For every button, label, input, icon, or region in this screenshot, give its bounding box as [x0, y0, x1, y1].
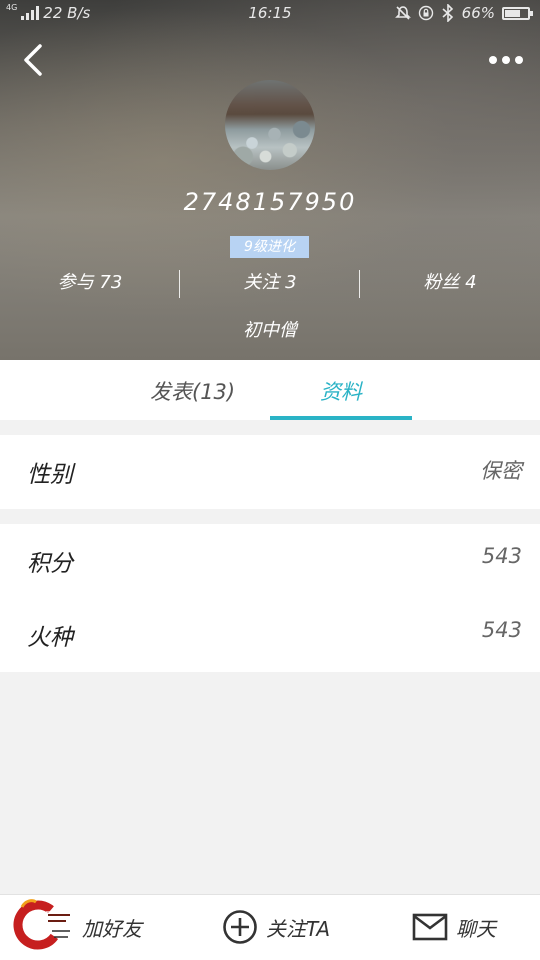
points-label: 积分	[27, 551, 73, 577]
more-dots-icon	[489, 56, 523, 64]
status-bar: 4G 22 B/s 16:15 66%	[0, 0, 540, 26]
more-options-button[interactable]	[486, 48, 526, 72]
stat-followers[interactable]: 粉丝 4	[360, 268, 540, 298]
stat-following[interactable]: 关注 3	[180, 268, 360, 298]
chat-button[interactable]: 聊天	[412, 909, 496, 945]
follow-button[interactable]: 关注TA	[222, 909, 330, 945]
watermark-logo	[8, 895, 118, 957]
tab-info[interactable]: 资料	[320, 376, 362, 406]
fire-row: 火种 543	[0, 598, 540, 672]
gender-row: 性别 保密	[0, 435, 540, 509]
plus-circle-icon	[223, 910, 257, 944]
profile-tabs: 发表(13) 资料	[0, 360, 540, 420]
lock-rotate-icon	[418, 5, 433, 21]
alarm-off-icon	[394, 6, 411, 20]
points-card: 积分 543 火种 543	[0, 524, 540, 672]
active-tab-indicator	[270, 416, 412, 420]
gender-label: 性别	[27, 462, 73, 488]
stat-participation[interactable]: 参与 73	[0, 268, 180, 298]
level-badge: 9级进化	[230, 236, 309, 258]
chat-label: 聊天	[456, 916, 496, 941]
mail-icon	[412, 913, 448, 941]
fire-label: 火种	[27, 625, 73, 651]
points-row: 积分 543	[0, 524, 540, 598]
gender-card: 性别 保密	[0, 435, 540, 509]
battery-level	[505, 9, 520, 17]
battery-percent: 66%	[461, 4, 495, 22]
follow-label: 关注TA	[266, 916, 331, 941]
back-button[interactable]	[18, 42, 54, 78]
stats-divider	[179, 270, 180, 298]
bluetooth-icon	[442, 4, 453, 22]
profile-header: 4G 22 B/s 16:15 66% 2748157950 9级进化 参与 7…	[0, 0, 540, 360]
tab-posts[interactable]: 发表(13)	[150, 376, 235, 406]
rank-title: 初中僧	[243, 320, 297, 341]
watermark-emblem	[13, 899, 72, 950]
avatar[interactable]	[225, 80, 315, 170]
stats-divider	[359, 270, 360, 298]
gender-value: 保密	[480, 459, 522, 483]
points-value: 543	[481, 544, 522, 568]
battery-icon	[502, 6, 533, 20]
user-id: 2748157950	[183, 188, 357, 216]
fire-value: 543	[481, 618, 522, 642]
stats-row: 参与 73 关注 3 粉丝 4	[0, 268, 540, 298]
back-arrow-icon	[24, 44, 42, 76]
